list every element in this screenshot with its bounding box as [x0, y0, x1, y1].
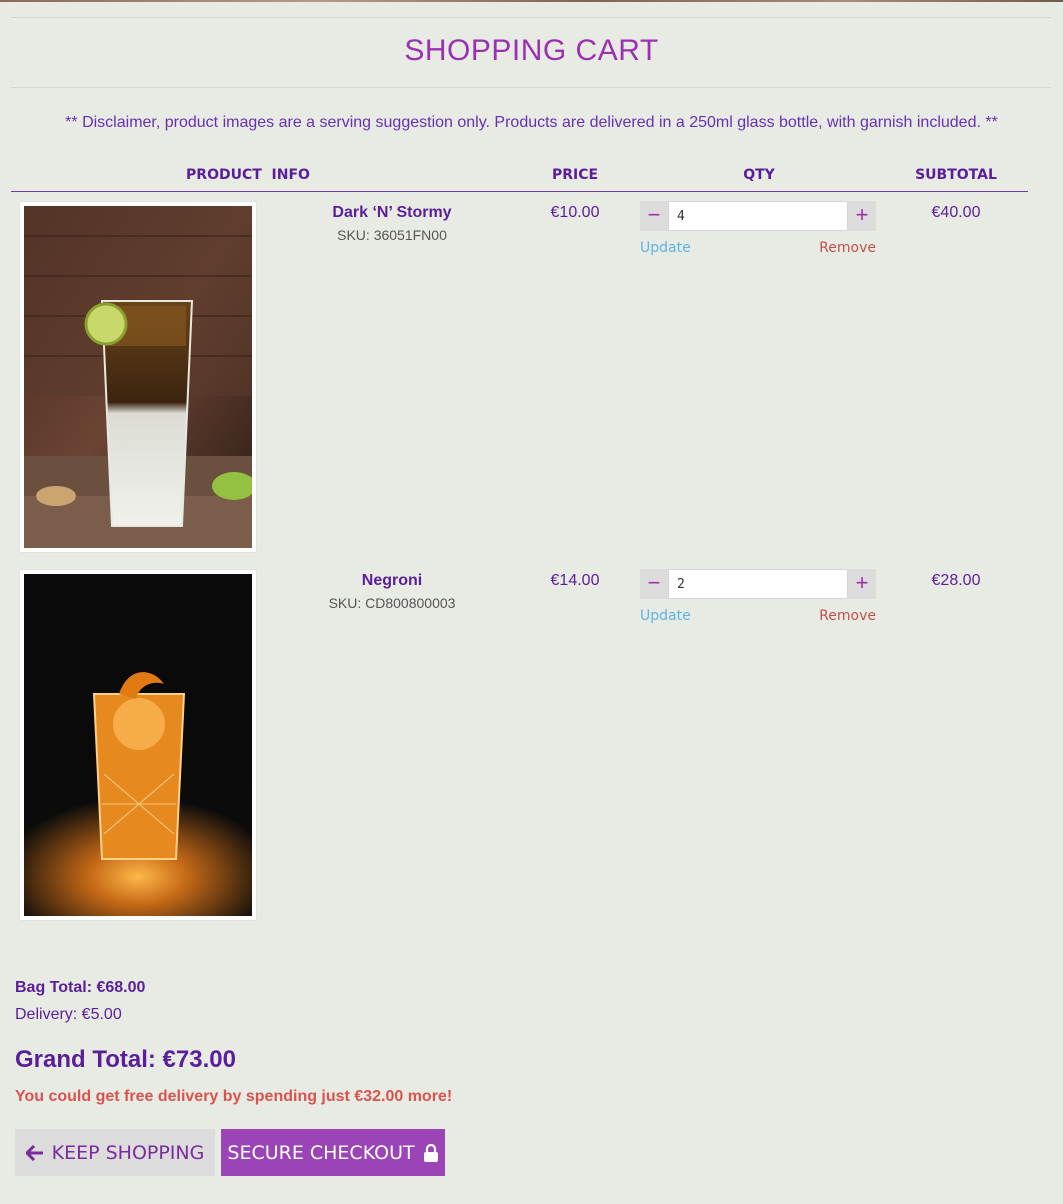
header-qty: QTY — [743, 167, 775, 183]
lock-icon — [423, 1143, 438, 1162]
product-subtotal: €28.00 — [931, 572, 981, 589]
product-name[interactable]: Dark ‘N’ Stormy — [292, 204, 492, 222]
negroni-photo — [24, 574, 252, 916]
bag-total: Bag Total: €68.00 — [15, 979, 146, 996]
product-price: €10.00 — [550, 204, 600, 221]
page-title: SHOPPING CART — [404, 34, 659, 67]
product-sku: SKU: CD800800003 — [328, 595, 456, 611]
dark-n-stormy-photo — [24, 206, 252, 548]
arrow-left-icon — [25, 1144, 43, 1161]
grand-total: Grand Total: €73.00 — [15, 1046, 236, 1073]
divider — [11, 17, 1051, 18]
qty-increase-button[interactable]: + — [848, 201, 876, 231]
free-delivery-note: You could get free delivery by spending … — [15, 1088, 453, 1105]
qty-decrease-button[interactable]: − — [640, 201, 668, 231]
qty-input[interactable] — [668, 201, 848, 231]
table-header-rule — [11, 191, 1028, 192]
qty-input[interactable] — [668, 569, 848, 599]
secure-checkout-button[interactable]: SECURE CHECKOUT — [221, 1129, 445, 1176]
product-subtotal: €40.00 — [931, 204, 981, 221]
qty-increase-button[interactable]: + — [848, 569, 876, 599]
update-link[interactable]: Update — [640, 608, 691, 624]
keep-shopping-label: KEEP SHOPPING — [51, 1141, 205, 1164]
product-image-dark-n-stormy[interactable] — [20, 202, 256, 552]
update-link[interactable]: Update — [640, 240, 691, 256]
header-price: PRICE — [551, 167, 599, 183]
product-sku: SKU: 36051FN00 — [337, 227, 447, 243]
header-subtotal: SUBTOTAL — [915, 167, 997, 183]
remove-link[interactable]: Remove — [800, 240, 876, 256]
divider — [11, 87, 1051, 88]
secure-checkout-label: SECURE CHECKOUT — [227, 1141, 415, 1164]
product-price: €14.00 — [550, 572, 600, 589]
header-image-strip — [0, 0, 1063, 2]
product-image-negroni[interactable] — [20, 570, 256, 920]
keep-shopping-button[interactable]: KEEP SHOPPING — [15, 1129, 215, 1176]
product-name[interactable]: Negroni — [292, 572, 492, 590]
qty-decrease-button[interactable]: − — [640, 569, 668, 599]
remove-link[interactable]: Remove — [800, 608, 876, 624]
header-product-info: PRODUCT INFO — [186, 167, 310, 183]
disclaimer-text: ** Disclaimer, product images are a serv… — [65, 114, 998, 131]
delivery-cost: Delivery: €5.00 — [15, 1006, 122, 1023]
